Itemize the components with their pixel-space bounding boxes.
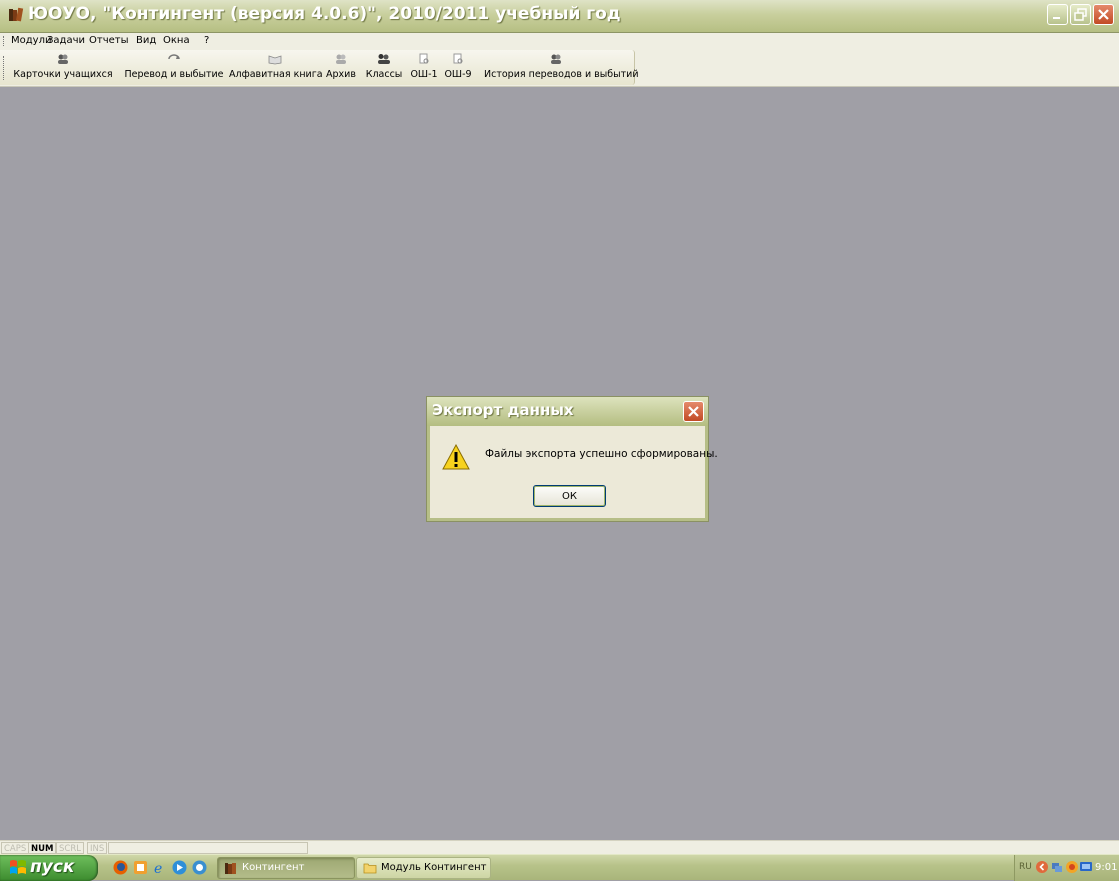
students-cards-label: Карточки учащихся: [13, 69, 113, 80]
messenger-icon[interactable]: [192, 860, 207, 875]
transfer-label: Перевод и выбытие: [124, 69, 224, 80]
export-dialog: Экспорт данных Файлы экспорта успешно сф…: [427, 397, 718, 521]
ins-indicator: INS: [87, 842, 108, 854]
start-label: пуск: [30, 857, 75, 877]
transfer-button[interactable]: Перевод и выбытие: [122, 52, 226, 84]
close-icon: [1098, 9, 1109, 20]
task-label: Модуль Контингент: [381, 862, 487, 873]
minimize-button[interactable]: [1047, 4, 1068, 25]
students-icon: [58, 54, 68, 64]
task-label: Контингент: [242, 862, 305, 873]
warning-icon: [442, 444, 470, 470]
alphabet-book-button[interactable]: Алфавитная книга: [229, 52, 323, 84]
window-title: ЮОУО, "Контингент (версия 4.0.6)", 2010/…: [28, 4, 621, 24]
folder-icon: [363, 863, 377, 874]
toolbar: Карточки учащихся Перевод и выбытие Алфа…: [0, 50, 639, 85]
app-icon: [225, 863, 236, 874]
toolbar-grip[interactable]: [3, 56, 6, 80]
chevron-left-icon[interactable]: [1035, 860, 1049, 874]
title-bar[interactable]: ЮОУО, "Контингент (версия 4.0.6)", 2010/…: [0, 0, 1119, 33]
classes-icon: [378, 54, 390, 64]
menu-view[interactable]: Вид: [136, 35, 156, 46]
transfer-icon: [168, 54, 180, 60]
menu-grip[interactable]: [3, 36, 6, 46]
clock[interactable]: 9:01: [1095, 862, 1117, 873]
svg-text:e: e: [154, 861, 162, 875]
start-button[interactable]: пуск: [0, 855, 98, 881]
report-icon: [453, 53, 463, 64]
firefox-icon[interactable]: [113, 860, 128, 875]
menu-reports[interactable]: Отчеты: [89, 35, 128, 46]
osh9-button[interactable]: ОШ-9: [442, 52, 474, 84]
monitor-icon[interactable]: [1079, 860, 1093, 874]
ok-button[interactable]: ОК: [533, 485, 606, 507]
status-bar: CAPS NUM SCRL INS: [0, 840, 1119, 854]
book-icon: [268, 55, 282, 65]
dialog-title-bar[interactable]: Экспорт данных: [427, 397, 708, 426]
language-indicator[interactable]: RU: [1019, 862, 1032, 872]
classes-button[interactable]: Классы: [362, 52, 406, 84]
osh1-label: ОШ-1: [410, 69, 438, 80]
restore-button[interactable]: [1070, 4, 1091, 25]
history-icon: [551, 54, 561, 64]
report-icon: [419, 53, 429, 64]
caps-indicator: CAPS: [1, 842, 30, 854]
minimize-icon: [1053, 17, 1060, 19]
media-icon[interactable]: [172, 860, 187, 875]
osh9-label: ОШ-9: [444, 69, 472, 80]
scrl-indicator: SCRL: [56, 842, 84, 854]
antivirus-icon[interactable]: [1065, 860, 1079, 874]
menu-help[interactable]: ?: [204, 35, 209, 46]
dialog-title: Экспорт данных: [432, 401, 574, 419]
close-button[interactable]: [1093, 4, 1114, 25]
windows-logo-icon: [10, 860, 26, 874]
menu-windows[interactable]: Окна: [163, 35, 190, 46]
network-icon[interactable]: [1050, 860, 1064, 874]
task-button-kontingent[interactable]: Контингент: [217, 857, 355, 879]
dialog-message: Файлы экспорта успешно сформированы.: [485, 448, 718, 460]
dialog-close-button[interactable]: [683, 401, 704, 422]
toolbar-area: Карточки учащихся Перевод и выбытие Алфа…: [0, 49, 1119, 87]
system-tray: RU 9:01: [1014, 855, 1119, 881]
menu-tasks[interactable]: Задачи: [47, 35, 85, 46]
notes-icon[interactable]: [133, 860, 148, 875]
menu-bar: Модули Задачи Отчеты Вид Окна ?: [0, 33, 1119, 49]
archive-icon: [336, 54, 346, 64]
archive-label: Архив: [326, 69, 356, 80]
app-icon: [9, 7, 24, 22]
taskbar: пуск e Контингент Модуль Контингент RU 9…: [0, 854, 1119, 881]
num-indicator: NUM: [28, 842, 57, 854]
osh1-button[interactable]: ОШ-1: [409, 52, 439, 84]
history-button[interactable]: История переводов и выбытий: [484, 52, 639, 84]
status-panel: [108, 842, 308, 854]
close-icon: [688, 406, 699, 417]
menu-modules[interactable]: Модули: [11, 35, 51, 46]
students-cards-button[interactable]: Карточки учащихся: [8, 52, 118, 84]
ie-icon[interactable]: e: [153, 860, 168, 875]
restore-icon: [1074, 8, 1087, 21]
classes-label: Классы: [365, 69, 403, 80]
alphabet-book-label: Алфавитная книга: [229, 69, 323, 80]
history-label: История переводов и выбытий: [484, 69, 639, 80]
task-button-module[interactable]: Модуль Контингент: [356, 857, 491, 879]
archive-button[interactable]: Архив: [323, 52, 359, 84]
